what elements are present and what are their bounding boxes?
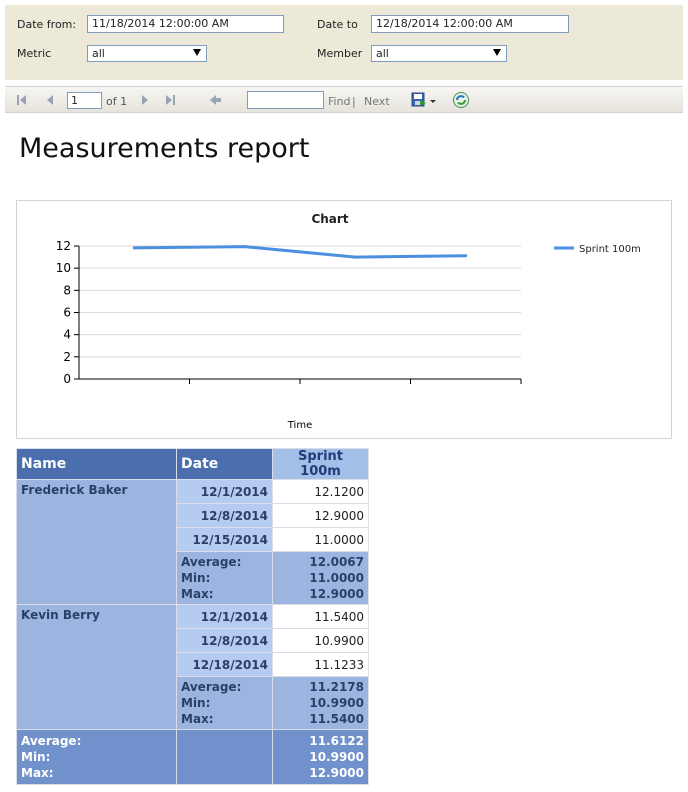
value-cell: 12.9000 (272, 503, 369, 528)
max-value: 11.5400 (309, 712, 364, 726)
measurements-table: Name Date Sprint 100m Frederick Baker 12/1/2… (16, 448, 369, 785)
stats-values: 11.2178 10.9900 11.5400 (272, 676, 369, 730)
y-tick-label: 0 (63, 372, 71, 386)
date-cell: 12/15/2014 (176, 527, 273, 552)
y-tick-label: 4 (63, 328, 71, 342)
line-chart: Chart 0 2 4 6 8 10 12 Time Sprint 100m (56, 212, 641, 431)
total-max-value: 12.9000 (309, 766, 364, 780)
min-label: Min: (181, 571, 211, 585)
average-value: 12.0067 (309, 555, 364, 569)
average-label: Average: (181, 555, 242, 569)
find-link[interactable]: Find (328, 95, 351, 108)
data-point (464, 254, 468, 258)
member-name-cell: Frederick Baker (16, 479, 177, 605)
table-row: Kevin Berry 12/1/2014 11.5400 (16, 604, 369, 730)
y-tick-label: 12 (56, 239, 71, 253)
y-tick-label: 8 (63, 283, 71, 297)
find-separator: | (352, 95, 356, 108)
chart-container: Chart 0 2 4 6 8 10 12 Time Sprint 100m (16, 200, 672, 439)
min-value: 11.0000 (309, 571, 364, 585)
chevron-down-icon (193, 49, 201, 56)
max-label: Max: (181, 712, 214, 726)
legend-label: Sprint 100m (579, 244, 641, 255)
member-label: Member (317, 47, 363, 60)
series-line (134, 245, 466, 259)
total-min-value: 10.9900 (309, 750, 364, 764)
page-title: Measurements report (19, 133, 310, 164)
table-header-row: Name Date Sprint 100m (16, 448, 369, 480)
date-cell: 12/8/2014 (176, 628, 273, 653)
data-point (353, 255, 357, 259)
find-input[interactable] (247, 91, 324, 109)
next-page-icon[interactable] (140, 95, 150, 105)
date-from-label: Date from: (17, 18, 77, 31)
header-date: Date (176, 448, 273, 480)
data-point (132, 246, 136, 250)
date-from-field[interactable]: 11/18/2014 12:00:00 AM (87, 15, 284, 33)
next-link[interactable]: Next (364, 95, 390, 108)
header-name: Name (16, 448, 177, 480)
min-label: Min: (181, 696, 211, 710)
stats-labels: Average: Min: Max: (176, 551, 273, 605)
parameter-panel: Date from: 11/18/2014 12:00:00 AM Date t… (5, 5, 683, 80)
header-sprint-100m: Sprint 100m (272, 448, 369, 480)
member-select[interactable]: all (371, 45, 507, 62)
average-label: Average: (181, 680, 242, 694)
back-icon[interactable] (210, 95, 221, 105)
total-stats-row: Average: Min: Max: 11.6122 10.9900 12.9000 (16, 729, 369, 785)
value-cell: 11.0000 (272, 527, 369, 552)
page-count-text: of 1 (106, 95, 128, 108)
total-empty-cell (176, 729, 273, 785)
date-to-field[interactable]: 12/18/2014 12:00:00 AM (371, 15, 569, 33)
value-cell: 12.1200 (272, 479, 369, 504)
save-export-icon[interactable] (411, 92, 437, 108)
data-point (243, 245, 247, 249)
chart-title: Chart (311, 212, 348, 226)
previous-page-icon[interactable] (45, 95, 55, 105)
date-cell: 12/18/2014 (176, 652, 273, 677)
member-select-value: all (376, 47, 389, 60)
page-number-input[interactable]: 1 (67, 92, 102, 109)
max-label: Max: (181, 587, 214, 601)
total-values: 11.6122 10.9900 12.9000 (272, 729, 369, 785)
metric-select[interactable]: all (87, 45, 207, 62)
total-max-label: Max: (21, 766, 54, 780)
chevron-down-icon (493, 49, 501, 56)
min-value: 10.9900 (309, 696, 364, 710)
x-axis-label: Time (287, 420, 312, 431)
metric-select-value: all (92, 47, 105, 60)
y-tick-label: 10 (56, 261, 71, 275)
total-labels: Average: Min: Max: (16, 729, 177, 785)
refresh-icon[interactable] (452, 91, 470, 109)
value-cell: 11.5400 (272, 604, 369, 629)
report-toolbar: 1 of 1 Find | Next (5, 86, 683, 113)
total-min-label: Min: (21, 750, 51, 764)
total-average-value: 11.6122 (309, 734, 364, 748)
date-to-label: Date to (317, 18, 358, 31)
average-value: 11.2178 (309, 680, 364, 694)
stats-values: 12.0067 11.0000 12.9000 (272, 551, 369, 605)
total-average-label: Average: (21, 734, 82, 748)
date-cell: 12/1/2014 (176, 479, 273, 504)
value-cell: 10.9900 (272, 628, 369, 653)
y-tick-label: 2 (63, 350, 71, 364)
value-cell: 11.1233 (272, 652, 369, 677)
member-name-cell: Kevin Berry (16, 604, 177, 730)
last-page-icon[interactable] (166, 95, 176, 105)
stats-labels: Average: Min: Max: (176, 676, 273, 730)
max-value: 12.9000 (309, 587, 364, 601)
metric-label: Metric (17, 47, 52, 60)
y-tick-label: 6 (63, 306, 71, 320)
date-cell: 12/1/2014 (176, 604, 273, 629)
first-page-icon[interactable] (17, 95, 27, 105)
table-row: Frederick Baker 12/1/2014 12.1200 (16, 479, 369, 605)
date-cell: 12/8/2014 (176, 503, 273, 528)
